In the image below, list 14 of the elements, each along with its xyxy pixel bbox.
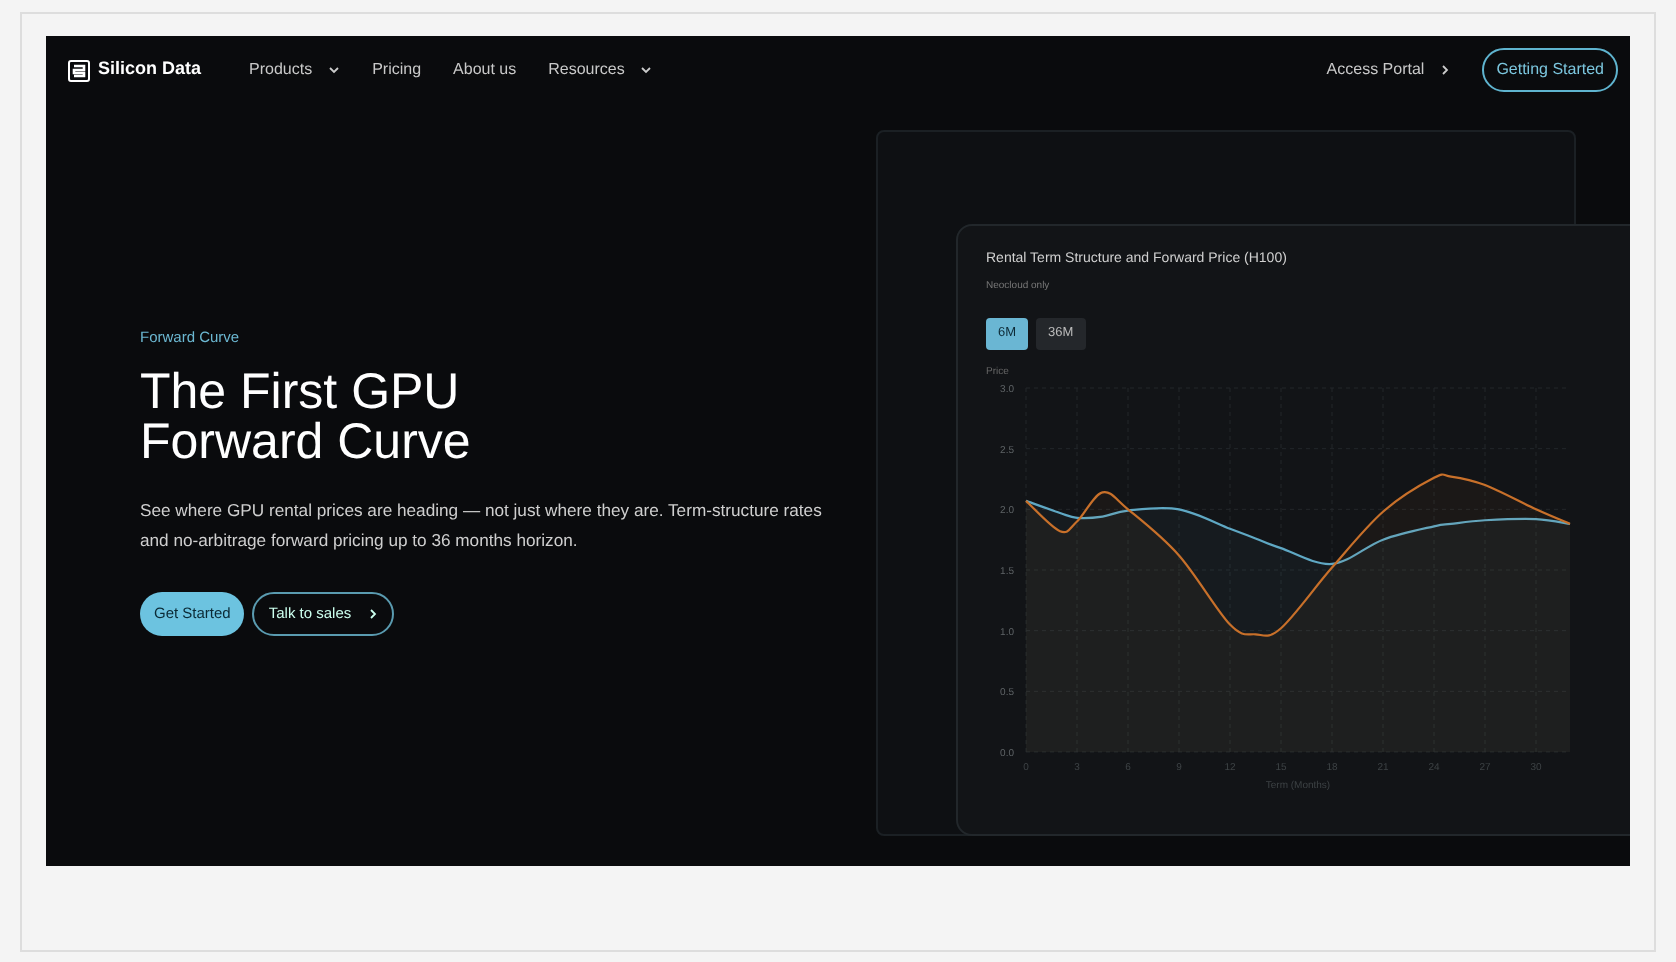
chevron-right-icon <box>367 607 378 620</box>
nav-link[interactable]: Pricing <box>372 58 422 82</box>
getting-started-button[interactable]: Getting Started <box>1482 48 1618 92</box>
logo-icon <box>68 59 90 81</box>
access-portal-link[interactable]: Access Portal <box>1326 58 1451 82</box>
hero-title: The First GPU Forward Curve <box>140 368 473 469</box>
chevron-right-icon <box>1440 64 1451 76</box>
chevron-down-icon <box>640 64 653 76</box>
nav-link[interactable]: Resources <box>548 58 653 82</box>
hero-description: See where GPU rental prices are heading — not just where they are. Term-structure rates and no-arbitrage forward pricing up to 36 months horizon. <box>140 498 824 555</box>
brand-name[interactable]: Silicon Data <box>98 56 202 84</box>
nav-link[interactable]: Products <box>249 58 341 82</box>
nav-link[interactable]: About us <box>453 58 517 82</box>
chevron-down-icon <box>328 64 341 76</box>
